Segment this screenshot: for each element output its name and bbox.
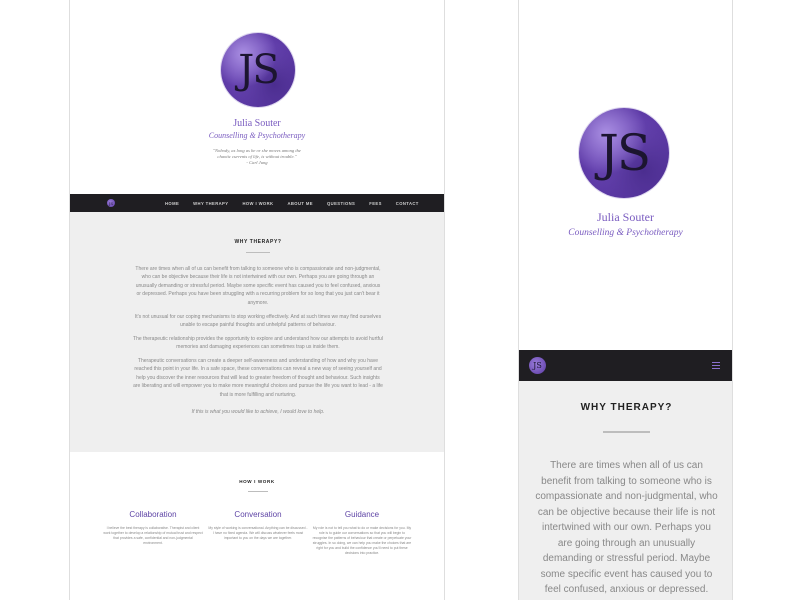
mobile-logo-monogram: JS (598, 124, 651, 182)
nav-link-contact[interactable]: CONTACT (396, 201, 419, 206)
mobile-preview: JS Julia Souter Counselling & Psychother… (518, 0, 733, 600)
how-col-conversation-title: Conversation (234, 510, 282, 519)
nav-logo-monogram: JS (108, 200, 114, 206)
site-tagline: Counselling & Psychotherapy (208, 131, 306, 140)
how-col-guidance-title: Guidance (344, 510, 380, 519)
why-therapy-divider (246, 252, 270, 253)
nav-link-how-i-work[interactable]: HOW I WORK (242, 201, 273, 206)
why-therapy-section: WHY THERAPY? There are times when all of… (70, 212, 444, 452)
logo-monogram: JS (238, 47, 279, 93)
logo-watercolor[interactable]: JS (221, 33, 295, 107)
desktop-preview: JS Julia Souter Counselling & Psychother… (69, 0, 445, 600)
why-therapy-p2: It's not unusual for our coping mechanis… (134, 314, 382, 329)
mobile-why-therapy-divider (603, 431, 650, 433)
nav-link-fees[interactable]: FEES (369, 201, 382, 206)
nav-link-home[interactable]: HOME (165, 201, 179, 206)
how-col-collaboration: Collaboration I believe the best therapy… (103, 510, 203, 546)
nav-link-about-me[interactable]: ABOUT ME (287, 201, 313, 206)
how-col-guidance: Guidance My role is not to tell you what… (312, 510, 412, 556)
why-therapy-p3: The therapeutic relationship provides th… (133, 336, 383, 351)
quote-author: - Carl Jung (246, 160, 268, 165)
navbar: JS HOME WHY THERAPY HOW I WORK ABOUT ME … (70, 194, 444, 212)
how-col-collaboration-title: Collaboration (129, 510, 177, 519)
how-i-work-divider (248, 491, 268, 492)
how-i-work-title: HOW I WORK (239, 479, 275, 484)
how-col-conversation: Conversation My style of working is conv… (208, 510, 308, 541)
mobile-nav-logo[interactable]: JS (529, 357, 546, 374)
why-therapy-p5: If this is what you would like to achiev… (191, 409, 325, 415)
nav-logo[interactable]: JS (107, 199, 115, 207)
mobile-navbar: JS (519, 350, 732, 381)
mobile-why-therapy-title: WHY THERAPY? (580, 402, 673, 413)
mobile-why-therapy-p1: There are times when all of us can benef… (535, 460, 718, 600)
site-name: Julia Souter (233, 118, 281, 129)
mobile-logo-watercolor[interactable]: JS (579, 108, 669, 198)
mobile-why-therapy-section: WHY THERAPY? There are times when all of… (519, 381, 732, 600)
hamburger-menu-icon[interactable] (712, 362, 720, 369)
why-therapy-title: WHY THERAPY? (234, 239, 282, 245)
why-therapy-p4: Therapeutic conversations can create a d… (133, 358, 383, 398)
how-col-guidance-text: My role is not to tell you what to do or… (312, 526, 412, 555)
mobile-nav-logo-monogram: JS (533, 361, 542, 370)
nav-links: HOME WHY THERAPY HOW I WORK ABOUT ME QUE… (165, 194, 433, 212)
how-col-conversation-text: My style of working is conversational. A… (208, 526, 308, 540)
mobile-site-name: Julia Souter (597, 210, 654, 224)
mobile-site-tagline: Counselling & Psychotherapy (568, 228, 683, 238)
nav-link-questions[interactable]: QUESTIONS (327, 201, 355, 206)
nav-link-why-therapy[interactable]: WHY THERAPY (193, 201, 228, 206)
why-therapy-p1: There are times when all of us can benef… (135, 266, 381, 306)
how-col-collaboration-text: I believe the best therapy is collaborat… (103, 526, 203, 545)
